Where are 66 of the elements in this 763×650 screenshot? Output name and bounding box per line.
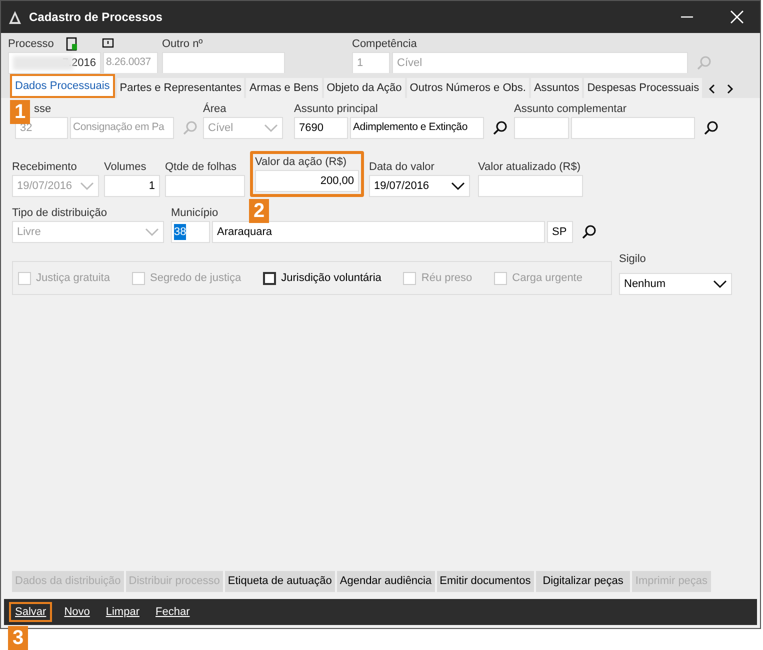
field-label: Assunto complementar bbox=[514, 102, 626, 117]
search-icon[interactable] bbox=[492, 120, 508, 136]
tab[interactable]: Outros Números e Obs. bbox=[406, 78, 529, 98]
field-label: Assunto principal bbox=[294, 102, 378, 117]
search-icon[interactable] bbox=[703, 120, 719, 136]
chevron-down-icon bbox=[80, 182, 94, 190]
footer-button[interactable]: Fechar bbox=[152, 602, 194, 622]
footer-button[interactable]: Salvar bbox=[9, 602, 52, 622]
chevron-down-icon bbox=[264, 124, 278, 132]
chevron-down-icon bbox=[145, 228, 159, 236]
field-label: Valor da ação (R$) bbox=[255, 155, 347, 170]
chevron-left-icon[interactable] bbox=[708, 84, 716, 94]
tab[interactable]: Armas e Bens bbox=[246, 78, 322, 98]
input-field[interactable]: Adimplemento e Extinção bbox=[350, 117, 484, 139]
field-label: Tipo de distribuição bbox=[12, 206, 107, 221]
input-field[interactable] bbox=[571, 117, 695, 139]
action-button[interactable]: Etiqueta de autuação bbox=[224, 571, 335, 592]
field-label: Área bbox=[203, 102, 226, 117]
logo-icon bbox=[9, 10, 21, 24]
field-label: Data do valor bbox=[369, 160, 434, 175]
input-field[interactable] bbox=[165, 175, 245, 197]
dropdown[interactable]: 19/07/2016 bbox=[369, 175, 470, 197]
selected-text: 38 bbox=[174, 224, 186, 240]
field-label: Volumes bbox=[104, 160, 146, 175]
chevron-right-icon[interactable] bbox=[726, 84, 734, 94]
field-label: Município bbox=[171, 206, 218, 221]
window-title: Cadastro de Processos bbox=[29, 9, 164, 26]
input-field[interactable] bbox=[514, 117, 569, 139]
field-label: Qtde de folhas bbox=[165, 160, 237, 175]
document-icon[interactable] bbox=[66, 37, 78, 51]
input-field[interactable]: 38 bbox=[171, 221, 210, 243]
field-label: Recebimento bbox=[12, 160, 77, 175]
tab[interactable]: Assuntos bbox=[530, 78, 582, 98]
callout-number: 2 bbox=[249, 199, 269, 223]
input-field[interactable] bbox=[478, 175, 583, 197]
dropdown[interactable]: Nenhum bbox=[619, 273, 732, 295]
tab[interactable]: Objeto da Ação bbox=[324, 78, 405, 98]
callout-number: 1 bbox=[10, 100, 30, 124]
action-button[interactable]: Agendar audiência bbox=[336, 571, 435, 592]
field-label: Competência bbox=[352, 37, 417, 52]
input-field[interactable]: 200,00 bbox=[255, 170, 359, 192]
input-field[interactable] bbox=[162, 52, 285, 74]
checkbox[interactable] bbox=[263, 272, 276, 284]
chevron-down-icon bbox=[713, 280, 727, 288]
tab[interactable]: Despesas Processuais bbox=[584, 78, 702, 98]
footer-button[interactable]: Novo bbox=[60, 602, 94, 622]
comment-icon[interactable] bbox=[102, 38, 114, 50]
input-field[interactable]: 1 bbox=[104, 175, 160, 197]
close-icon[interactable] bbox=[730, 10, 744, 24]
tab[interactable]: Dados Processuais bbox=[10, 74, 115, 98]
input-field[interactable]: Araraquara bbox=[212, 221, 545, 243]
field-label: Sigilo bbox=[619, 252, 646, 267]
callout-number: 3 bbox=[8, 626, 28, 650]
action-button[interactable]: Emitir documentos bbox=[436, 571, 534, 592]
footer-button[interactable]: Limpar bbox=[102, 602, 144, 622]
checkbox-option[interactable]: Jurisdição voluntária bbox=[263, 270, 382, 286]
chevron-down-icon bbox=[451, 182, 465, 190]
field-label: sse bbox=[34, 102, 52, 117]
field-label: Outro nº bbox=[162, 37, 203, 52]
search-icon[interactable] bbox=[581, 224, 597, 240]
field-label: Processo bbox=[8, 37, 54, 52]
action-button[interactable]: Digitalizar peças bbox=[536, 571, 630, 592]
field-label: Valor atualizado (R$) bbox=[478, 160, 581, 175]
input-field[interactable]: SP bbox=[547, 221, 573, 243]
input-field[interactable]: 7690 bbox=[294, 117, 348, 139]
tab[interactable]: Partes e Representantes bbox=[116, 78, 244, 98]
